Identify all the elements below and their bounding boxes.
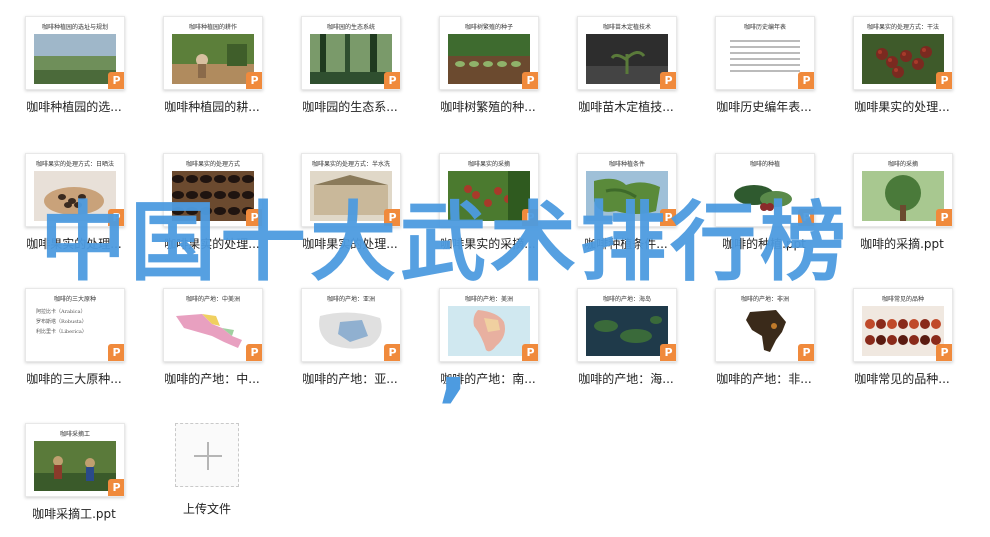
thumbnail-slide-title: 咖啡种植园的耕作 [188, 24, 237, 31]
file-tile[interactable]: 咖啡苗木定植技术 P 咖啡苗木定植技... [559, 8, 693, 128]
file-name[interactable]: 咖啡园的生态系... [277, 98, 423, 115]
file-name[interactable]: 咖啡采摘工.ppt [1, 505, 147, 522]
thumbnail-slide-title: 咖啡历史编年表 [743, 24, 786, 31]
file-name[interactable]: 咖啡的产地：亚... [277, 370, 423, 387]
ppt-file-icon: P [522, 344, 538, 361]
thumbnail-slide-title: 咖啡苗木定植技术 [602, 24, 651, 31]
file-name[interactable]: 咖啡苗木定植技... [553, 98, 699, 115]
file-name[interactable]: 咖啡的产地：海... [553, 370, 699, 387]
file-thumbnail[interactable]: 咖啡常见的品种 P [853, 288, 953, 362]
file-tile[interactable]: 咖啡的三大原种 阿拉比卡（Arabica） 罗布斯塔（Robusta） 利比里卡（Li… [7, 280, 141, 400]
thumbnail-list-item: 利比里卡（Liberica） [36, 329, 87, 335]
file-name[interactable]: 咖啡种植园的耕... [139, 98, 285, 115]
file-tile[interactable]: 咖啡树繁殖的种子 P 咖啡树繁殖的种... [421, 8, 555, 128]
file-thumbnail[interactable]: 咖啡的产地：亚洲 P [301, 288, 401, 362]
watermark-title: 中国十大武术排行榜 [40, 193, 850, 293]
file-thumbnail[interactable]: 咖啡种植园的选址与规划 P [25, 16, 125, 90]
file-thumbnail[interactable]: 咖啡树繁殖的种子 P [439, 16, 539, 90]
ppt-file-icon: P [660, 344, 676, 361]
ppt-file-icon: P [384, 344, 400, 361]
file-gallery-page: 咖啡种植园的选址与规划 P 咖啡种植园的选... 咖啡种植园的耕作 P 咖啡种植园的耕..… [0, 0, 990, 537]
thumbnail-slide-title: 咖啡园的生态系统 [326, 24, 375, 31]
thumbnail-image [586, 306, 668, 356]
file-tile[interactable]: 咖啡常见的品种 P 咖啡常见的品种... [835, 280, 969, 400]
file-thumbnail[interactable]: 咖啡的产地：非洲 P [715, 288, 815, 362]
ppt-file-icon: P [108, 344, 124, 361]
file-thumbnail[interactable]: 咖啡的产地：中美洲 P [163, 288, 263, 362]
ppt-file-icon: P [246, 72, 262, 89]
file-name[interactable]: 咖啡果实的处理... [829, 98, 975, 115]
ppt-file-icon: P [936, 344, 952, 361]
ppt-file-icon: P [108, 72, 124, 89]
plus-icon-vertical [207, 442, 209, 470]
thumbnail-image [34, 441, 116, 491]
thumbnail-slide-title: 咖啡种植条件 [608, 161, 645, 168]
thumbnail-image [310, 34, 392, 84]
thumbnail-slide-title: 咖啡果实的处理方式：干法 [866, 24, 939, 31]
file-name[interactable]: 咖啡种植园的选... [1, 98, 147, 115]
file-thumbnail[interactable]: 咖啡园的生态系统 P [301, 16, 401, 90]
thumbnail-slide-title: 咖啡果实的处理方式 [185, 161, 240, 168]
thumbnail-slide-title: 咖啡采摘工 [59, 431, 90, 438]
thumbnail-slide-title: 咖啡的种植 [749, 161, 780, 168]
ppt-file-icon: P [936, 72, 952, 89]
file-thumbnail[interactable]: 咖啡历史编年表 P [715, 16, 815, 90]
ppt-file-icon: P [246, 344, 262, 361]
thumbnail-list-item: 阿拉比卡（Arabica） [36, 309, 86, 315]
thumbnail-slide-title: 咖啡果实的处理方式：半水洗 [311, 161, 390, 168]
file-tile[interactable]: 咖啡的产地：亚洲 P 咖啡的产地：亚... [283, 280, 417, 400]
file-name[interactable]: 咖啡常见的品种... [829, 370, 975, 387]
thumbnail-slide-title: 咖啡种植园的选址与规划 [41, 24, 108, 31]
file-tile[interactable]: 咖啡果实的处理方式：干法 P 咖啡果实的处理... [835, 8, 969, 128]
upload-button[interactable] [175, 423, 239, 487]
file-name[interactable]: 咖啡历史编年表... [691, 98, 837, 115]
ppt-file-icon: P [798, 72, 814, 89]
thumbnail-slide-title: 咖啡的采摘 [887, 161, 918, 168]
ppt-file-icon: P [798, 344, 814, 361]
file-name[interactable]: 咖啡树繁殖的种... [415, 98, 561, 115]
thumbnail-image [724, 306, 806, 356]
file-tile[interactable]: 咖啡种植园的选址与规划 P 咖啡种植园的选... [7, 8, 141, 128]
file-tile[interactable]: 咖啡采摘工 P 咖啡采摘工.ppt [7, 415, 141, 535]
thumbnail-slide-title: 咖啡树繁殖的种子 [464, 24, 513, 31]
file-thumbnail[interactable]: 咖啡采摘工 P [25, 423, 125, 497]
watermark-comma: , [438, 318, 469, 411]
file-thumbnail[interactable]: 咖啡种植园的耕作 P [163, 16, 263, 90]
thumbnail-list-item: 罗布斯塔（Robusta） [36, 319, 87, 325]
file-name[interactable]: 咖啡的产地：南... [415, 370, 561, 387]
file-tile[interactable]: 咖啡种植园的耕作 P 咖啡种植园的耕... [145, 8, 279, 128]
thumbnail-image [34, 34, 116, 84]
file-name[interactable]: 咖啡的三大原种... [1, 370, 147, 387]
file-tile[interactable]: 咖啡的产地：海岛 P 咖啡的产地：海... [559, 280, 693, 400]
ppt-file-icon: P [384, 72, 400, 89]
file-tile[interactable]: 咖啡园的生态系统 P 咖啡园的生态系... [283, 8, 417, 128]
file-thumbnail[interactable]: 咖啡的产地：海岛 P [577, 288, 677, 362]
file-thumbnail[interactable]: 咖啡的三大原种 阿拉比卡（Arabica） 罗布斯塔（Robusta） 利比里卡（Li… [25, 288, 125, 362]
thumbnail-image [310, 306, 392, 356]
file-thumbnail[interactable]: 咖啡果实的处理方式：干法 P [853, 16, 953, 90]
ppt-file-icon: P [108, 479, 124, 496]
thumbnail-image [862, 34, 944, 84]
thumbnail-image [172, 34, 254, 84]
thumbnail-image [724, 34, 806, 84]
file-tile[interactable]: 咖啡的产地：非洲 P 咖啡的产地：非... [697, 280, 831, 400]
thumbnail-slide-title: 咖啡果实的处理方式：日晒法 [35, 161, 114, 168]
file-thumbnail[interactable]: 咖啡苗木定植技术 P [577, 16, 677, 90]
thumbnail-image [586, 34, 668, 84]
thumbnail-image [448, 34, 530, 84]
ppt-file-icon: P [660, 72, 676, 89]
thumbnail-image [862, 306, 944, 356]
thumbnail-list: 阿拉比卡（Arabica） 罗布斯塔（Robusta） 利比里卡（Liberica） [36, 307, 96, 337]
file-name[interactable]: 咖啡的产地：中... [139, 370, 285, 387]
ppt-file-icon: P [522, 72, 538, 89]
upload-label[interactable]: 上传文件 [157, 500, 257, 517]
thumbnail-image [172, 306, 254, 356]
thumbnail-slide-title: 咖啡果实的采摘 [467, 161, 510, 168]
file-tile[interactable]: 咖啡历史编年表 P 咖啡历史编年表... [697, 8, 831, 128]
file-name[interactable]: 咖啡的产地：非... [691, 370, 837, 387]
file-tile[interactable]: 咖啡的产地：中美洲 P 咖啡的产地：中... [145, 280, 279, 400]
